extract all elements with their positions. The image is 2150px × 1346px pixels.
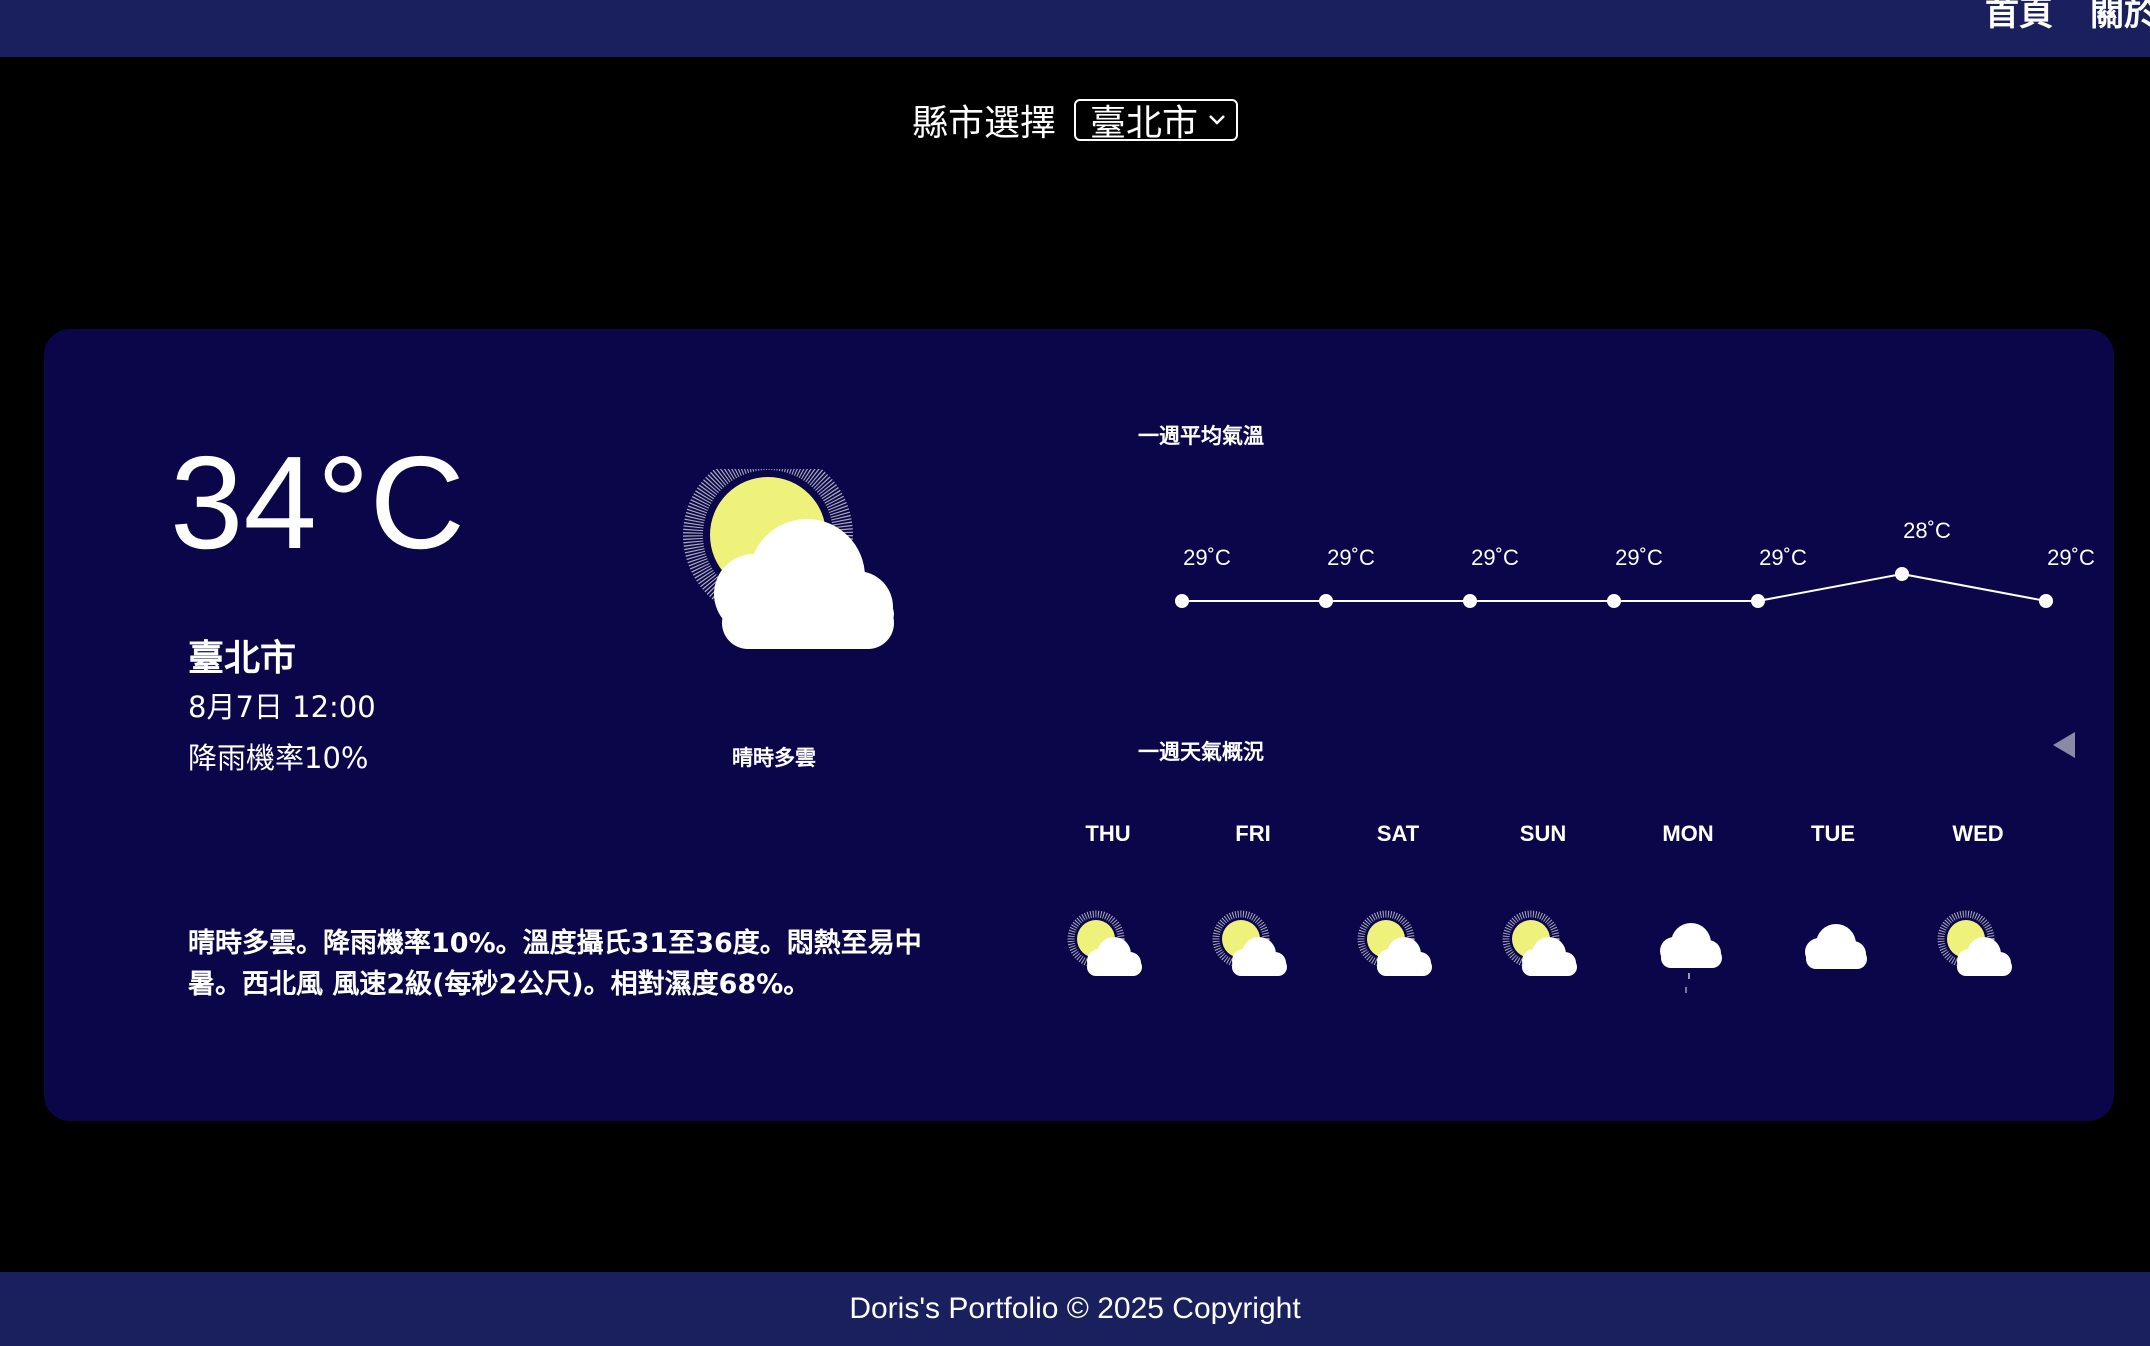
prev-arrow-icon[interactable]	[2053, 732, 2075, 758]
temp-point-tue	[1895, 567, 1909, 581]
day-label-wed: WED	[1952, 821, 2004, 846]
day-label-tue: TUE	[1811, 821, 1855, 846]
temp-label-wed: 29˚C	[2047, 545, 2095, 570]
current-datetime: 8月7日 12:00	[188, 690, 376, 724]
temp-label-fri: 29˚C	[1327, 545, 1375, 570]
sun-cloud-icon	[1356, 909, 1446, 993]
city-select-row: 縣市選擇 臺北市	[0, 96, 2150, 144]
temp-label-sat: 29˚C	[1471, 545, 1519, 570]
day-label-sun: SUN	[1519, 821, 1567, 846]
top-nav-bar: 首頁 關於	[0, 0, 2150, 57]
chevron-down-icon	[1209, 115, 1225, 125]
city-select-value: 臺北市	[1090, 103, 1199, 144]
rain-probability: 降雨機率10%	[188, 741, 369, 775]
temp-point-mon	[1751, 594, 1765, 608]
current-temperature: 34°C	[170, 429, 465, 576]
day-label-thu: THU	[1085, 821, 1131, 846]
day-label-mon: MON	[1662, 821, 1714, 846]
weekly-temp-title: 一週平均氣溫	[1138, 424, 1264, 448]
temp-point-sun	[1607, 594, 1621, 608]
weekly-overview-title: 一週天氣概況	[1138, 740, 1264, 764]
sun-cloud-icon	[1211, 909, 1301, 993]
temp-label-mon: 29˚C	[1759, 545, 1807, 570]
temp-point-thu	[1175, 594, 1189, 608]
weather-description: 晴時多雲。降雨機率10%。溫度攝氏31至36度。悶熱至易中暑。西北風 風速2級(…	[188, 928, 922, 1000]
day-label-sat: SAT	[1376, 821, 1420, 846]
sun-cloud-icon	[644, 450, 914, 693]
weekly-temp-chart: 29˚C 29˚C 29˚C 29˚C 29˚C 28˚C 29˚C	[1175, 518, 2095, 608]
city-select-dropdown[interactable]: 臺北市	[1074, 99, 1239, 144]
city-select-label: 縣市選擇	[911, 103, 1056, 144]
sun-cloud-icon	[1501, 909, 1591, 993]
temp-point-fri	[1319, 594, 1333, 608]
temp-point-sat	[1463, 594, 1477, 608]
footer-copyright: Doris's Portfolio © 2025 Copyright	[849, 1292, 1301, 1325]
current-condition: 晴時多雲	[732, 746, 816, 770]
temp-label-sun: 29˚C	[1615, 545, 1663, 570]
temp-label-thu: 29˚C	[1183, 545, 1231, 570]
sun-cloud-icon	[1066, 909, 1156, 993]
current-city-name: 臺北市	[188, 638, 297, 679]
footer: Doris's Portfolio © 2025 Copyright	[0, 1272, 2150, 1346]
temp-point-wed	[2039, 594, 2053, 608]
nav-link-about[interactable]: 關於	[2090, 0, 2150, 35]
cloud-rain-icon	[1646, 909, 1736, 1008]
day-label-fri: FRI	[1235, 821, 1271, 846]
cloud-icon	[1791, 909, 1881, 993]
weather-card: 34°C 臺北市 8月7日 12:00 降雨機率10% 晴時多雲 晴時多雲。降雨…	[44, 329, 2114, 1121]
nav-link-home[interactable]: 首頁	[1985, 0, 2053, 35]
temp-label-tue: 28˚C	[1903, 518, 1951, 543]
sun-cloud-icon	[1936, 909, 2026, 993]
